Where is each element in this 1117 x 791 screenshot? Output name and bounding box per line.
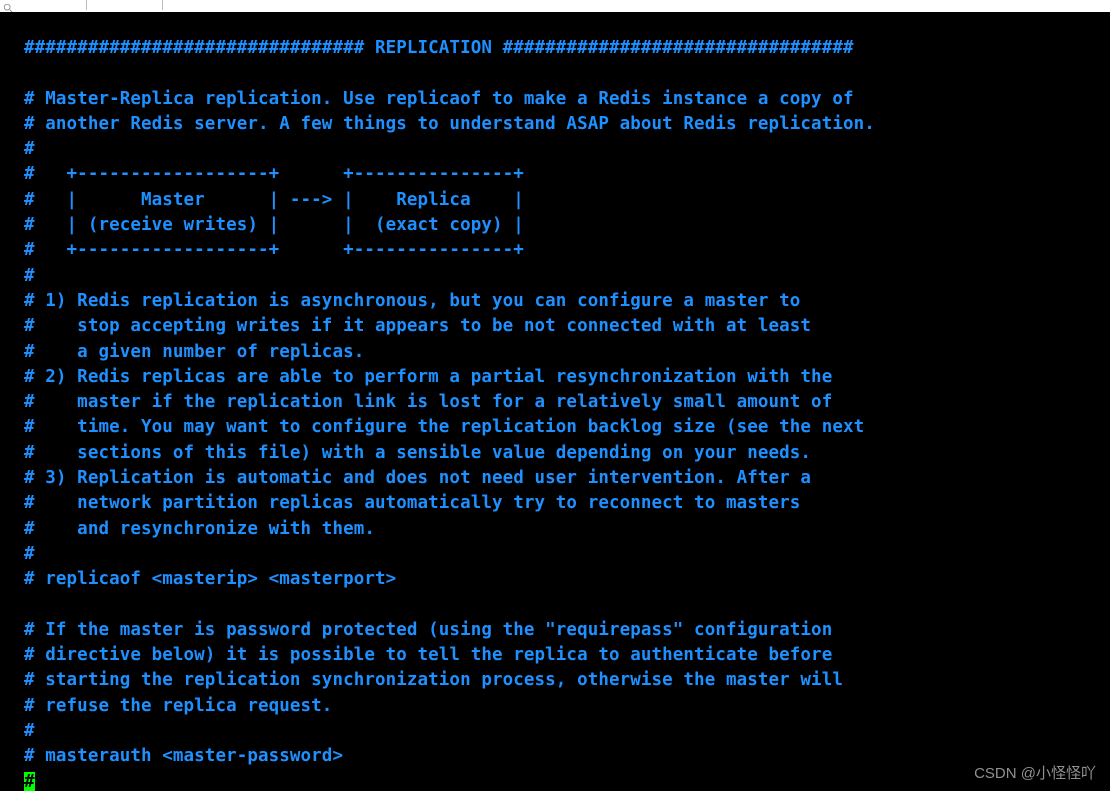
search-icon[interactable] [3, 0, 13, 10]
terminal-viewport[interactable]: ################################ REPLICA… [0, 12, 1112, 791]
file-content: ################################ REPLICA… [24, 38, 875, 766]
toolbar-divider [86, 0, 87, 10]
config-file-text: ################################ REPLICA… [0, 12, 1110, 791]
terminal-cursor: # [24, 772, 35, 791]
toolbar-divider [162, 0, 163, 10]
watermark-text: CSDN @小怪怪吖 [974, 762, 1096, 783]
editor-top-bar [0, 0, 1117, 12]
